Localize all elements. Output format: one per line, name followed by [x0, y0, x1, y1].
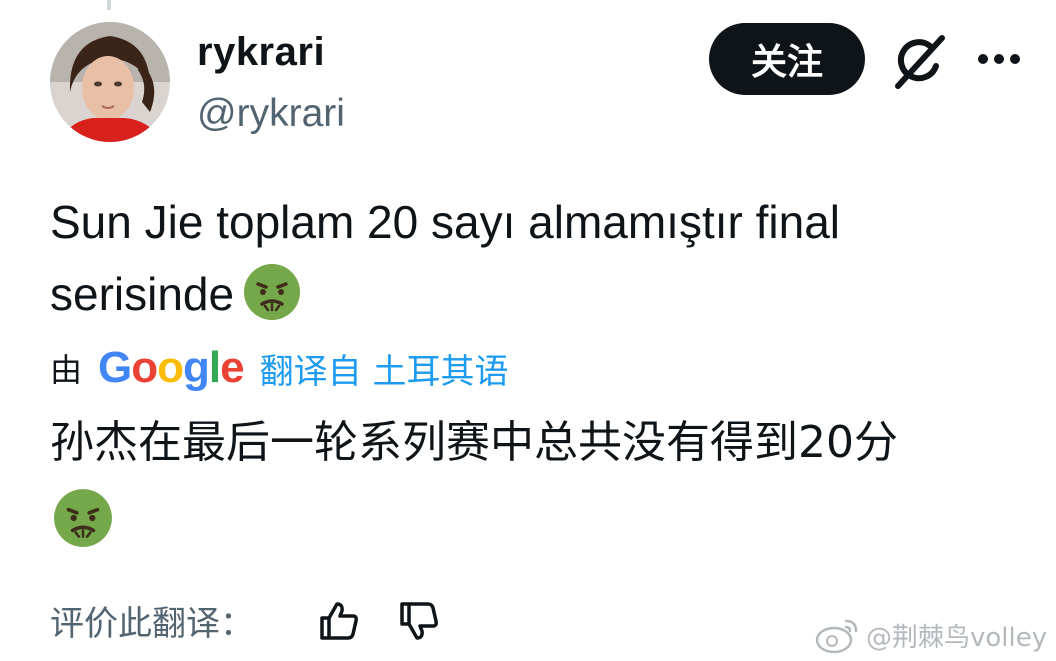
tweet-text-content: Sun Jie toplam 20 sayı almamıştır final … — [50, 196, 840, 320]
tweet-text: Sun Jie toplam 20 sayı almamıştır final … — [50, 186, 1010, 330]
more-icon[interactable] — [972, 44, 1026, 74]
translated-by-row: 由 Google 翻译自 土耳其语 — [50, 340, 508, 396]
weibo-logo-icon — [815, 619, 858, 654]
translated-by-label: 由 — [50, 351, 83, 389]
translated-text: 孙杰在最后一轮系列赛中总共没有得到20分 — [50, 417, 898, 468]
google-logo-letter: l — [208, 343, 221, 392]
google-logo-letter: g — [183, 343, 210, 392]
thread-connector-line — [107, 0, 111, 10]
nauseated-face-emoji-icon — [52, 487, 114, 549]
rate-translation-label: 评价此翻译： — [50, 604, 254, 644]
thumbs-down-icon[interactable] — [398, 600, 440, 642]
nauseated-face-emoji-icon — [242, 262, 302, 322]
grok-icon[interactable] — [890, 32, 948, 90]
watermark-text: @荆棘鸟volley — [866, 622, 1048, 653]
source-language-link[interactable]: 翻译自 土耳其语 — [260, 344, 509, 393]
google-logo-letter: o — [131, 343, 158, 392]
avatar-image — [50, 22, 170, 142]
display-name[interactable]: rykrari — [197, 30, 325, 75]
avatar[interactable] — [50, 22, 170, 142]
user-handle[interactable]: @rykrari — [197, 92, 345, 136]
google-logo-letter: o — [157, 343, 184, 392]
google-logo-letter: G — [98, 343, 132, 392]
google-logo-letter: e — [220, 343, 245, 392]
google-logo: Google — [98, 343, 245, 393]
follow-button[interactable]: 关注 — [709, 23, 865, 95]
watermark: @荆棘鸟volley — [814, 612, 1047, 658]
thumbs-up-icon[interactable] — [318, 600, 360, 642]
